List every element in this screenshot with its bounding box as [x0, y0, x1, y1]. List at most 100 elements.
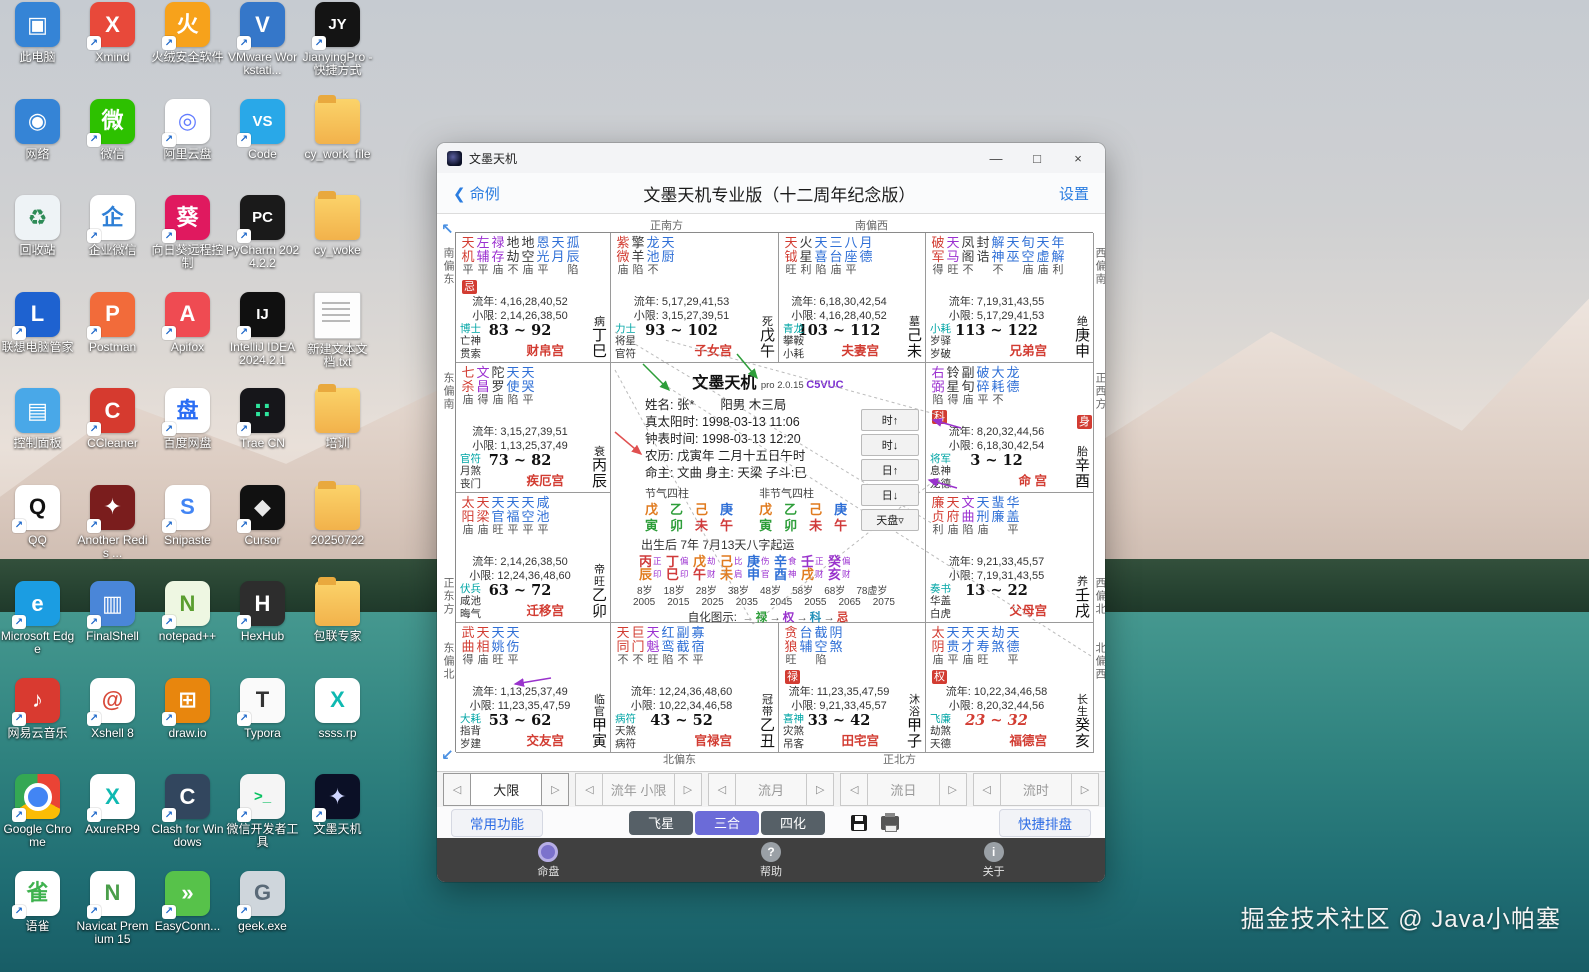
- palace-疾厄宫[interactable]: 七杀庙文昌得陀罗庙天使陷天哭平流年: 3,15,27,39,51小限: 1,13…: [456, 363, 611, 493]
- desktop-icon[interactable]: IJ↗IntelliJ IDEA 2024.2.1: [225, 292, 300, 389]
- desktop-icon[interactable]: X↗AxureRP9: [75, 774, 150, 871]
- desktop-icon[interactable]: Xssss.rp: [300, 678, 375, 775]
- palace-官禄宫[interactable]: 天同不巨门不天魁旺红鸾陷副截不寡宿平流年: 12,24,36,48,60小限: …: [611, 623, 779, 753]
- desktop-icon[interactable]: S↗Snipaste: [150, 485, 225, 582]
- palace-福德宫[interactable]: 太阴庙天贵平天才庙天寿旺劫煞天德平权流年: 10,22,34,46,58小限: …: [926, 623, 1094, 753]
- time-adjust-button[interactable]: 时↑: [861, 409, 919, 431]
- desktop-icon[interactable]: V↗VMware Workstati...: [225, 2, 300, 99]
- desktop-icon[interactable]: 20250722: [300, 485, 375, 582]
- desktop-icon[interactable]: ∷↗Trae CN: [225, 388, 300, 485]
- desktop-icon[interactable]: 新建文本文档.txt: [300, 292, 375, 389]
- prev-arrow-icon[interactable]: ◁: [840, 773, 868, 806]
- desktop-icon[interactable]: ⊞↗draw.io: [150, 678, 225, 775]
- stem-char: 庚: [834, 502, 847, 518]
- palace-兄弟宫[interactable]: 破军得天马旺凤阁不封诰解神不天巫旬空庙天虚庙年解利流年: 7,19,31,43,…: [926, 233, 1094, 363]
- nav-label[interactable]: 流年 小限: [603, 773, 673, 806]
- next-arrow-icon[interactable]: ▷: [541, 773, 569, 806]
- desktop-icon[interactable]: ▥↗FinalShell: [75, 581, 150, 678]
- prev-arrow-icon[interactable]: ◁: [708, 773, 736, 806]
- time-adjust-button[interactable]: 日↓: [861, 484, 919, 506]
- palace-夫妻宫[interactable]: 天钺旺火星利天喜陷三台庙八座平月德流年: 6,18,30,42,54小限: 4,…: [779, 233, 926, 363]
- god-name: 天德: [930, 738, 951, 751]
- desktop-icon[interactable]: ✦↗Another Redis ...: [75, 485, 150, 582]
- save-icon[interactable]: [851, 815, 867, 831]
- desktop-icon[interactable]: 盘↗百度网盘: [150, 388, 225, 485]
- desktop-icon[interactable]: T↗Typora: [225, 678, 300, 775]
- desktop-icon[interactable]: cy_woke: [300, 195, 375, 292]
- desktop-icon[interactable]: 火↗火绒安全软件: [150, 2, 225, 99]
- desktop-icon[interactable]: »↗EasyConn...: [150, 871, 225, 968]
- quick-chart-button[interactable]: 快捷排盘: [999, 809, 1091, 837]
- desktop-icon[interactable]: N↗Navicat Premium 15: [75, 871, 150, 968]
- desktop-icon[interactable]: ▣此电脑: [0, 2, 75, 99]
- palace-田宅宫[interactable]: 贪狼旺台辅截空陷阴煞禄流年: 11,23,35,47,59小限: 9,21,33…: [779, 623, 926, 753]
- wechat-devtools-icon: >_↗: [240, 774, 285, 819]
- desktop-icon[interactable]: ◎↗阿里云盘: [150, 99, 225, 196]
- desktop-icon[interactable]: VS↗Code: [225, 99, 300, 196]
- desktop-icon[interactable]: JY↗JianyingPro - 快捷方式: [300, 2, 375, 99]
- nav-label[interactable]: 流日: [868, 773, 938, 806]
- next-arrow-icon[interactable]: ▷: [1071, 773, 1099, 806]
- desktop-icon[interactable]: L↗联想电脑管家: [0, 292, 75, 389]
- desktop-icon[interactable]: C↗Clash for Windows: [150, 774, 225, 871]
- tab-关于[interactable]: i关于: [882, 838, 1105, 882]
- back-button[interactable]: ❮ 命例: [453, 183, 500, 204]
- desktop-icon[interactable]: 微↗微信: [75, 99, 150, 196]
- time-adjust-button[interactable]: 时↓: [861, 434, 919, 456]
- print-icon[interactable]: [881, 816, 899, 830]
- close-button[interactable]: ×: [1061, 146, 1095, 170]
- desktop-icon[interactable]: X↗Xmind: [75, 2, 150, 99]
- palace-迁移宫[interactable]: 太阳庙天梁庙天官旺天福平天空平咸池平流年: 2,14,26,38,50小限: 1…: [456, 493, 611, 623]
- time-adjust-button[interactable]: 日↑: [861, 459, 919, 481]
- desktop-icon[interactable]: >_↗微信开发者工具: [225, 774, 300, 871]
- desktop-icon[interactable]: 葵↗向日葵远程控制: [150, 195, 225, 292]
- desktop-icon[interactable]: ↗Google Chrome: [0, 774, 75, 871]
- desktop-icon[interactable]: e↗Microsoft Edge: [0, 581, 75, 678]
- common-functions-button[interactable]: 常用功能: [451, 809, 543, 837]
- maximize-button[interactable]: □: [1020, 146, 1054, 170]
- desktop-icon[interactable]: G↗geek.exe: [225, 871, 300, 968]
- desktop-icon[interactable]: P↗Postman: [75, 292, 150, 389]
- nav-label[interactable]: 流月: [736, 773, 806, 806]
- palace-交友宫[interactable]: 武曲得天相庙天姚旺天伤平流年: 1,13,25,37,49小限: 11,23,3…: [456, 623, 611, 753]
- segment-四化[interactable]: 四化: [761, 811, 825, 835]
- desktop-icon[interactable]: @↗Xshell 8: [75, 678, 150, 775]
- desktop-icon[interactable]: ♪↗网易云音乐: [0, 678, 75, 775]
- desktop-icon[interactable]: H↗HexHub: [225, 581, 300, 678]
- palace-命宫[interactable]: 右弼陷铃星得副旬庙破碎平大耗不龙德科身流年: 8,20,32,44,56小限: …: [926, 363, 1094, 493]
- palace-父母宫[interactable]: 廉贞利天府庙文曲陷天刑庙蜚廉华盖平流年: 9,21,33,45,57小限: 7,…: [926, 493, 1094, 623]
- desktop-icon[interactable]: C↗CCleaner: [75, 388, 150, 485]
- palace-gods: 官符月煞丧门: [460, 453, 481, 491]
- minimize-button[interactable]: —: [979, 146, 1013, 170]
- tab-命盘[interactable]: 命盘: [437, 838, 660, 882]
- desktop-icon[interactable]: ▤控制面板: [0, 388, 75, 485]
- desktop-icon[interactable]: N↗notepad++: [150, 581, 225, 678]
- next-arrow-icon[interactable]: ▷: [806, 773, 834, 806]
- desktop-icon[interactable]: ◉网络: [0, 99, 75, 196]
- desktop-icon[interactable]: ✦↗文墨天机: [300, 774, 375, 871]
- desktop-icon[interactable]: 企↗企业微信: [75, 195, 150, 292]
- desktop-icon[interactable]: A↗Apifox: [150, 292, 225, 389]
- time-adjust-button[interactable]: 天盘▿: [861, 509, 919, 531]
- segment-三合[interactable]: 三合: [695, 811, 759, 835]
- palace-子女宫[interactable]: 紫微庙擎羊陷龙池不天厨流年: 5,17,29,41,53小限: 3,15,27,…: [611, 233, 779, 363]
- segment-飞星[interactable]: 飞星: [629, 811, 693, 835]
- desktop-icon[interactable]: 培训: [300, 388, 375, 485]
- desktop-icon[interactable]: PC↗PyCharm 2024.2.2: [225, 195, 300, 292]
- desktop-icon[interactable]: ♻回收站: [0, 195, 75, 292]
- prev-arrow-icon[interactable]: ◁: [575, 773, 603, 806]
- desktop-icon[interactable]: ◆↗Cursor: [225, 485, 300, 582]
- prev-arrow-icon[interactable]: ◁: [973, 773, 1001, 806]
- tab-帮助[interactable]: ?帮助: [660, 838, 883, 882]
- desktop-icon[interactable]: Q↗QQ: [0, 485, 75, 582]
- next-arrow-icon[interactable]: ▷: [674, 773, 702, 806]
- next-arrow-icon[interactable]: ▷: [939, 773, 967, 806]
- prev-arrow-icon[interactable]: ◁: [443, 773, 471, 806]
- desktop-icon[interactable]: 包联专家: [300, 581, 375, 678]
- nav-label[interactable]: 流时: [1001, 773, 1071, 806]
- nav-label[interactable]: 大限: [471, 773, 541, 806]
- desktop-icon[interactable]: cy_work_file: [300, 99, 375, 196]
- desktop-icon[interactable]: 雀↗语雀: [0, 871, 75, 968]
- settings-button[interactable]: 设置: [1059, 183, 1089, 204]
- palace-财帛宫[interactable]: 天机平左辅平禄存庙地劫不地空庙恩光平天月孤辰陷忌流年: 4,16,28,40,5…: [456, 233, 611, 363]
